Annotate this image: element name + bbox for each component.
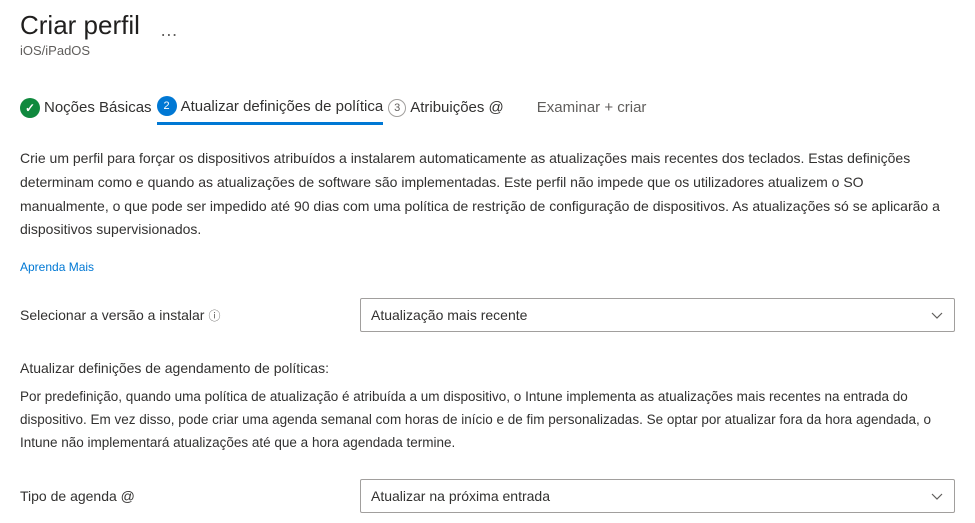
version-field-row: Selecionar a versão a instalar ⓘ Atualiz…	[20, 298, 955, 332]
step-update-policy[interactable]: 2 Atualizar definições de política	[157, 96, 384, 125]
page-title: Criar perfil	[20, 10, 140, 41]
more-options-icon[interactable]: …	[160, 20, 179, 41]
schedule-description: Por predefinição, quando uma política de…	[20, 386, 955, 455]
step-assignments[interactable]: 3 Atribuições @	[388, 99, 504, 123]
step-basics-label: Noções Básicas	[44, 99, 152, 116]
schedule-type-label-text: Tipo de agenda @	[20, 488, 135, 504]
schedule-type-field-row: Tipo de agenda @ Atualizar na próxima en…	[20, 479, 955, 513]
chevron-down-icon	[930, 308, 944, 322]
step-review-create[interactable]: Examinar + criar	[537, 99, 647, 122]
page-subtitle: iOS/iPadOS	[20, 43, 140, 58]
version-select-value: Atualização mais recente	[371, 307, 527, 323]
schedule-type-label: Tipo de agenda @	[20, 488, 360, 504]
check-circle-icon: ✓	[20, 98, 40, 118]
schedule-type-select-value: Atualizar na próxima entrada	[371, 488, 550, 504]
version-select[interactable]: Atualização mais recente	[360, 298, 955, 332]
schedule-type-select[interactable]: Atualizar na próxima entrada	[360, 479, 955, 513]
step-update-policy-label: Atualizar definições de política	[181, 98, 384, 115]
wizard-stepper: ✓ Noções Básicas 2 Atualizar definições …	[20, 96, 955, 125]
schedule-heading: Atualizar definições de agendamento de p…	[20, 360, 955, 376]
version-label-text: Selecionar a versão a instalar	[20, 307, 204, 323]
active-step-icon: 2	[157, 96, 177, 116]
info-icon[interactable]: ⓘ	[208, 307, 220, 324]
chevron-down-icon	[930, 489, 944, 503]
learn-more-link[interactable]: Aprenda Mais	[20, 260, 955, 274]
profile-description: Crie um perfil para forçar os dispositiv…	[20, 147, 955, 242]
step-number-icon: 3	[388, 99, 406, 117]
version-field-label: Selecionar a versão a instalar ⓘ	[20, 307, 360, 324]
step-review-create-label: Examinar + criar	[537, 99, 647, 116]
step-basics[interactable]: ✓ Noções Básicas	[20, 98, 152, 124]
step-assignments-label: Atribuições @	[410, 99, 504, 116]
